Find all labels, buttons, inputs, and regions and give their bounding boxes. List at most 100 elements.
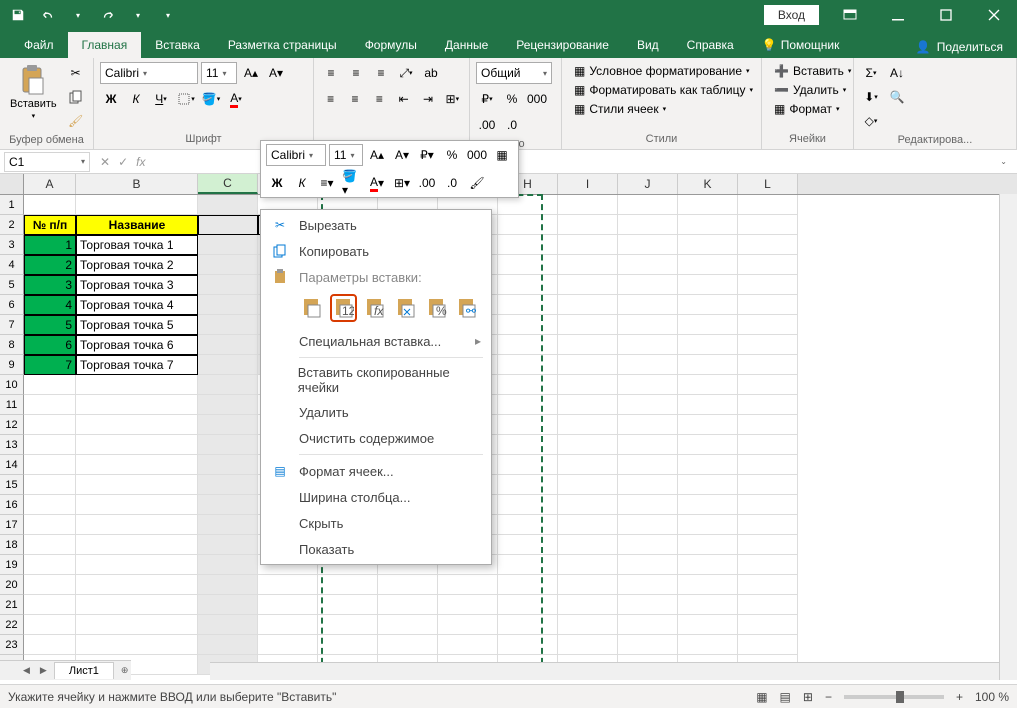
cell[interactable] <box>678 615 738 635</box>
fx-icon[interactable]: fx <box>136 155 145 169</box>
cell[interactable] <box>198 355 258 375</box>
cell[interactable]: 4 <box>24 295 76 315</box>
paste-formatting[interactable]: % <box>423 294 450 322</box>
cell[interactable] <box>438 595 498 615</box>
font-size-combo[interactable]: 11▾ <box>201 62 237 84</box>
row-header[interactable]: 1 <box>0 195 24 215</box>
align-middle-button[interactable]: ≡ <box>345 62 367 84</box>
cell[interactable] <box>618 575 678 595</box>
cell[interactable] <box>618 475 678 495</box>
cm-format-cells[interactable]: ▤Формат ячеек... <box>263 458 489 484</box>
save-button[interactable] <box>6 3 30 27</box>
cell[interactable] <box>378 635 438 655</box>
cell-styles-button[interactable]: ▦Стили ячеек▾ <box>568 100 755 118</box>
view-pagebreak-button[interactable]: ⊞ <box>803 690 813 704</box>
cell[interactable] <box>24 195 76 215</box>
tab-layout[interactable]: Разметка страницы <box>214 32 351 58</box>
row-header[interactable]: 21 <box>0 595 24 615</box>
cell[interactable] <box>498 375 558 395</box>
cell[interactable] <box>738 555 798 575</box>
align-right-button[interactable]: ≡ <box>369 88 390 110</box>
row-header[interactable]: 13 <box>0 435 24 455</box>
cell[interactable] <box>558 435 618 455</box>
copy-button[interactable] <box>65 86 87 108</box>
expand-formula-bar[interactable]: ⌄ <box>1000 157 1007 166</box>
mini-percent[interactable]: % <box>441 144 463 166</box>
clear-button[interactable]: ◇▾ <box>860 110 882 132</box>
cell[interactable] <box>438 575 498 595</box>
cell[interactable] <box>678 495 738 515</box>
cell[interactable] <box>618 435 678 455</box>
underline-button[interactable]: Ч▾ <box>150 88 172 110</box>
cell[interactable] <box>258 615 318 635</box>
cell[interactable] <box>438 635 498 655</box>
row-header[interactable]: 6 <box>0 295 24 315</box>
row-header[interactable]: 14 <box>0 455 24 475</box>
cell[interactable] <box>618 295 678 315</box>
increase-decimal-button[interactable]: .00 <box>476 114 498 136</box>
cell[interactable] <box>76 575 198 595</box>
row-header[interactable]: 8 <box>0 335 24 355</box>
cell[interactable] <box>24 375 76 395</box>
cell[interactable] <box>678 515 738 535</box>
cell[interactable] <box>498 635 558 655</box>
row-header[interactable]: 20 <box>0 575 24 595</box>
cell[interactable] <box>198 495 258 515</box>
cell[interactable] <box>738 615 798 635</box>
cell[interactable] <box>618 395 678 415</box>
row-header[interactable]: 23 <box>0 635 24 655</box>
cell[interactable] <box>24 475 76 495</box>
cell[interactable] <box>76 475 198 495</box>
cell[interactable] <box>558 355 618 375</box>
undo-dropdown[interactable]: ▾ <box>66 3 90 27</box>
cell[interactable] <box>558 555 618 575</box>
cell[interactable] <box>24 575 76 595</box>
cell[interactable] <box>678 355 738 375</box>
cell[interactable] <box>738 435 798 455</box>
align-bottom-button[interactable]: ≡ <box>370 62 392 84</box>
cell[interactable] <box>76 435 198 455</box>
border-button[interactable]: ▾ <box>175 88 197 110</box>
cm-show[interactable]: Показать <box>263 536 489 562</box>
view-normal-button[interactable]: ▦ <box>756 690 767 704</box>
cell[interactable] <box>76 515 198 535</box>
cell[interactable] <box>738 255 798 275</box>
cell[interactable] <box>498 495 558 515</box>
cell[interactable] <box>618 415 678 435</box>
paste-all[interactable] <box>299 294 326 322</box>
cell[interactable] <box>678 555 738 575</box>
vertical-scrollbar[interactable] <box>999 194 1017 680</box>
cell[interactable] <box>258 575 318 595</box>
cell[interactable] <box>618 615 678 635</box>
cell[interactable] <box>76 415 198 435</box>
cell[interactable] <box>618 595 678 615</box>
cell[interactable] <box>678 335 738 355</box>
cell[interactable]: № п/п <box>24 215 76 235</box>
cell[interactable] <box>738 475 798 495</box>
cell[interactable]: 5 <box>24 315 76 335</box>
cm-hide[interactable]: Скрыть <box>263 510 489 536</box>
mini-bold[interactable]: Ж <box>266 172 288 194</box>
wrap-text-button[interactable]: ab <box>420 62 442 84</box>
cell[interactable] <box>678 215 738 235</box>
cell[interactable] <box>678 575 738 595</box>
cell[interactable] <box>618 635 678 655</box>
ribbon-display-icon[interactable] <box>827 0 873 30</box>
cell[interactable] <box>558 235 618 255</box>
cell[interactable]: Торговая точка 2 <box>76 255 198 275</box>
cell[interactable] <box>198 335 258 355</box>
mini-currency[interactable]: ₽▾ <box>416 144 438 166</box>
column-header[interactable]: B <box>76 174 198 194</box>
increase-indent-button[interactable]: ⇥ <box>417 88 438 110</box>
cell[interactable] <box>678 195 738 215</box>
insert-cells-button[interactable]: ➕Вставить▾ <box>768 62 847 80</box>
zoom-out-button[interactable]: − <box>825 690 832 704</box>
cell[interactable] <box>76 395 198 415</box>
cell[interactable] <box>76 595 198 615</box>
new-sheet-button[interactable]: ⊕ <box>118 665 132 676</box>
share-button[interactable]: 👤Поделиться <box>902 40 1017 58</box>
mini-font-color[interactable]: A▾ <box>366 172 388 194</box>
row-header[interactable]: 3 <box>0 235 24 255</box>
cell[interactable] <box>738 215 798 235</box>
mini-fill-color[interactable]: 🪣▾ <box>341 172 363 194</box>
